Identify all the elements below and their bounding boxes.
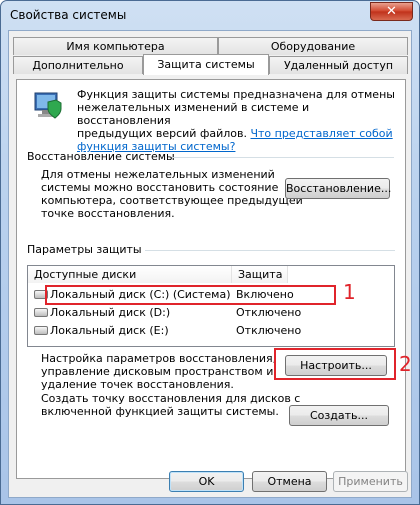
dialog-client-area: Имя компьютера Оборудование Дополнительн… xyxy=(8,30,412,498)
window-title: Свойства системы xyxy=(10,8,127,22)
system-protection-icon xyxy=(34,92,62,119)
restore-description: Для отмены нежелательных изменений систе… xyxy=(41,168,303,220)
protection-section-label: Параметры защиты xyxy=(27,243,142,256)
create-button[interactable]: Создать... xyxy=(289,405,389,426)
annotation-number-2: 2 xyxy=(399,352,412,376)
disk-name: Локальный диск (D:) xyxy=(50,306,171,319)
configure-description-line: удаление точек восстановления. xyxy=(41,378,234,391)
disk-icon xyxy=(34,308,48,317)
disk-status: Отключено xyxy=(236,306,302,319)
ok-button[interactable]: OK xyxy=(169,471,244,492)
system-protection-panel: Функция защиты системы предназначена для… xyxy=(16,79,412,479)
column-header-disks[interactable]: Доступные диски xyxy=(28,266,232,283)
column-header-protection[interactable]: Защита xyxy=(232,266,288,283)
title-bar[interactable]: Свойства системы ✕ xyxy=(1,1,419,29)
create-description-line: Создать точку восстановления для дисков … xyxy=(41,392,301,405)
tab-system-protection[interactable]: Защита системы xyxy=(143,54,269,75)
disk-icon xyxy=(34,326,48,335)
annotation-highlight-1 xyxy=(45,285,336,305)
tab-hardware[interactable]: Оборудование xyxy=(218,37,408,55)
tab-computer-name[interactable]: Имя компьютера xyxy=(13,37,218,55)
annotation-number-1: 1 xyxy=(343,280,356,304)
system-properties-window: Свойства системы ✕ Имя компьютера Оборуд… xyxy=(0,0,420,505)
cancel-button[interactable]: Отмена xyxy=(252,471,327,492)
restore-description-line: системы можно восстановить состояние xyxy=(41,181,279,194)
restore-description-line: компьютера, соответствующее предыдущей xyxy=(41,194,303,207)
tab-remote[interactable]: Удаленный доступ xyxy=(269,56,408,74)
disk-status: Отключено xyxy=(236,324,302,337)
intro-line: предыдущих версий файлов. xyxy=(77,127,247,140)
tab-advanced[interactable]: Дополнительно xyxy=(13,56,143,74)
protection-separator xyxy=(145,250,395,251)
configure-button[interactable]: Настроить... xyxy=(285,355,387,376)
disk-row-d[interactable]: Локальный диск (D:) Отключено xyxy=(28,304,394,321)
intro-text: Функция защиты системы предназначена для… xyxy=(77,88,405,153)
create-description: Создать точку восстановления для дисков … xyxy=(41,392,300,418)
restore-separator xyxy=(172,157,394,158)
configure-description-line: Настройка параметров восстановления, xyxy=(41,352,277,365)
help-link-part1[interactable]: Что представляет собой xyxy=(250,127,392,140)
apply-button[interactable]: Применить xyxy=(333,471,408,492)
disk-row-e[interactable]: Локальный диск (E:) Отключено xyxy=(28,322,394,339)
create-description-line: включенной функцией защиты системы. xyxy=(41,405,279,418)
configure-description-line: управление дисковым пространством и xyxy=(41,365,274,378)
intro-line: Функция защиты системы предназначена для… xyxy=(77,88,395,101)
restore-button[interactable]: Восстановление... xyxy=(285,178,391,199)
close-button[interactable]: ✕ xyxy=(370,2,413,21)
intro-line: нежелательных изменений в системе и восс… xyxy=(77,101,310,127)
restore-description-line: точке восстановления. xyxy=(41,207,175,220)
configure-description: Настройка параметров восстановления, упр… xyxy=(41,352,276,391)
disk-list: Доступные диски Защита Локальный диск (C… xyxy=(27,265,395,347)
disk-name: Локальный диск (E:) xyxy=(50,324,169,337)
restore-section-label: Восстановление системы xyxy=(27,150,175,163)
restore-description-line: Для отмены нежелательных изменений xyxy=(41,168,275,181)
